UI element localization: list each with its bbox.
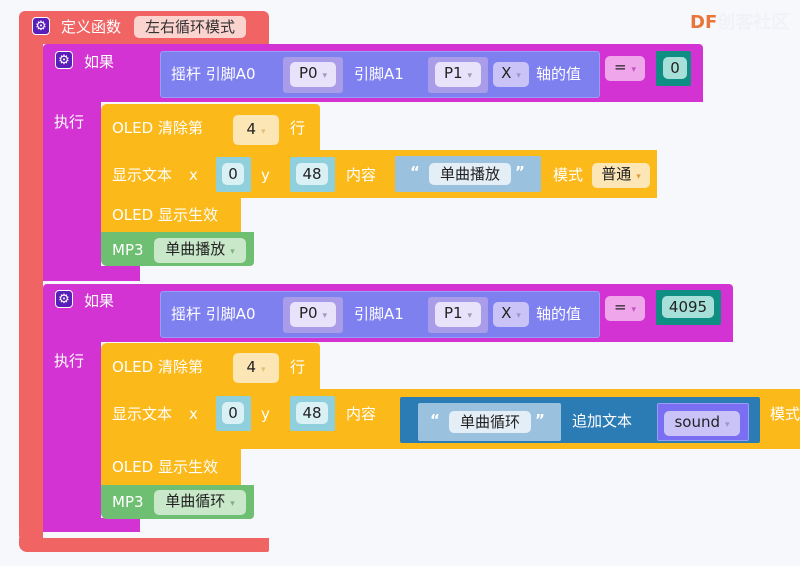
row-suffix-label: 行 xyxy=(290,119,306,137)
if-label: 如果 xyxy=(84,53,115,71)
watermark-text: 创客社区 xyxy=(717,12,790,33)
mp3-mode-dropdown[interactable]: 单曲循环 ▾ xyxy=(154,490,246,515)
axis-value: X xyxy=(501,64,512,82)
mp3-label: MP3 xyxy=(112,241,144,259)
dropdown-arrow-icon: ▾ xyxy=(636,172,641,182)
dropdown-arrow-icon: ▾ xyxy=(230,499,235,509)
mp3-label: MP3 xyxy=(112,493,144,511)
function-block-left-arm xyxy=(19,40,43,543)
mode-label: 模式 xyxy=(553,166,584,184)
mp3-mode-value: 单曲循环 xyxy=(165,492,226,510)
variable-value: sound xyxy=(674,413,720,431)
row-dropdown[interactable]: 4 ▾ xyxy=(233,115,279,145)
mode-label: 模式 xyxy=(770,405,800,423)
dropdown-arrow-icon: ▾ xyxy=(230,247,235,257)
pin-a1-dropdown[interactable]: P1 ▾ xyxy=(435,62,481,87)
mode-value: 普通 xyxy=(601,165,632,183)
pin-a1-label: 引脚A1 xyxy=(354,65,404,83)
x-field[interactable]: 0 xyxy=(222,163,244,185)
mode-dropdown[interactable]: 普通 ▾ xyxy=(592,163,650,188)
function-label: 定义函数 xyxy=(61,18,122,36)
axis-value-label: 轴的值 xyxy=(536,305,582,323)
dropdown-arrow-icon: ▾ xyxy=(516,311,521,321)
compare-value-field[interactable]: 0 xyxy=(663,57,687,79)
function-block-bottom xyxy=(19,538,269,552)
oled-clear-label: OLED 清除第 xyxy=(112,119,203,137)
operator-dropdown[interactable]: = ▾ xyxy=(605,296,645,321)
joystick-label: 摇杆 引脚A0 xyxy=(171,305,256,323)
axis-value: X xyxy=(501,304,512,322)
text-content-field[interactable]: 单曲循环 xyxy=(449,411,531,433)
oled-clear-label: OLED 清除第 xyxy=(112,358,203,376)
oled-apply-label: OLED 显示生效 xyxy=(112,206,218,224)
row-suffix-label: 行 xyxy=(290,358,306,376)
operator-value: = xyxy=(613,58,627,76)
row-value: 4 xyxy=(246,120,256,138)
row-value: 4 xyxy=(246,358,256,376)
watermark-logo: DF创客社区 xyxy=(690,8,789,34)
content-label: 内容 xyxy=(346,166,377,184)
gear-icon[interactable]: ⚙ xyxy=(55,290,73,308)
operator-dropdown[interactable]: = ▾ xyxy=(605,56,645,81)
dropdown-arrow-icon: ▾ xyxy=(322,311,328,321)
pin-a0-dropdown[interactable]: P0 ▾ xyxy=(290,302,336,327)
pin-a0-value: P0 xyxy=(298,304,318,322)
if-label: 如果 xyxy=(84,292,115,310)
dropdown-arrow-icon: ▾ xyxy=(631,305,637,315)
open-quote-icon: “ xyxy=(410,163,420,181)
close-quote-icon: ” xyxy=(535,411,545,429)
pin-a0-value: P0 xyxy=(298,64,318,82)
if-block-2-bottom xyxy=(43,518,140,532)
operator-value: = xyxy=(613,298,627,316)
gear-icon[interactable]: ⚙ xyxy=(32,17,50,35)
x-label: x xyxy=(189,405,198,423)
mp3-mode-dropdown[interactable]: 单曲播放 ▾ xyxy=(154,238,246,263)
dropdown-arrow-icon: ▾ xyxy=(725,420,730,430)
gear-icon[interactable]: ⚙ xyxy=(55,51,73,69)
pin-a1-label: 引脚A1 xyxy=(354,305,404,323)
row-dropdown[interactable]: 4 ▾ xyxy=(233,353,279,383)
content-label: 内容 xyxy=(346,405,377,423)
axis-dropdown[interactable]: X ▾ xyxy=(493,62,529,87)
dropdown-arrow-icon: ▾ xyxy=(322,71,328,81)
joystick-label: 摇杆 引脚A0 xyxy=(171,65,256,83)
do-label: 执行 xyxy=(54,352,85,370)
y-field[interactable]: 48 xyxy=(296,402,328,424)
mp3-mode-value: 单曲播放 xyxy=(165,240,226,258)
if-block-1-bottom xyxy=(43,266,140,281)
y-label: y xyxy=(261,166,270,184)
y-label: y xyxy=(261,405,270,423)
y-field[interactable]: 48 xyxy=(296,163,328,185)
dropdown-arrow-icon: ▾ xyxy=(467,71,473,81)
open-quote-icon: “ xyxy=(430,411,440,429)
do-label: 执行 xyxy=(54,113,85,131)
show-text-label: 显示文本 xyxy=(112,166,173,184)
function-name-field[interactable]: 左右循环模式 xyxy=(134,16,246,38)
x-label: x xyxy=(189,166,198,184)
axis-value-label: 轴的值 xyxy=(536,65,582,83)
pin-a0-dropdown[interactable]: P0 ▾ xyxy=(290,62,336,87)
dropdown-arrow-icon: ▾ xyxy=(261,127,266,137)
variable-dropdown[interactable]: sound ▾ xyxy=(664,411,740,436)
dropdown-arrow-icon: ▾ xyxy=(467,311,473,321)
dropdown-arrow-icon: ▾ xyxy=(516,71,521,81)
dropdown-arrow-icon: ▾ xyxy=(631,65,637,75)
compare-value-field[interactable]: 4095 xyxy=(662,296,714,318)
show-text-label: 显示文本 xyxy=(112,405,173,423)
pin-a1-dropdown[interactable]: P1 ▾ xyxy=(435,302,481,327)
close-quote-icon: ” xyxy=(515,163,525,181)
x-field[interactable]: 0 xyxy=(222,402,244,424)
text-content-field[interactable]: 单曲播放 xyxy=(429,163,511,185)
append-text-label: 追加文本 xyxy=(572,412,633,430)
axis-dropdown[interactable]: X ▾ xyxy=(493,302,529,327)
oled-apply-label: OLED 显示生效 xyxy=(112,458,218,476)
pin-a1-value: P1 xyxy=(443,304,463,322)
watermark-brand: DF xyxy=(690,12,718,33)
pin-a1-value: P1 xyxy=(443,64,463,82)
dropdown-arrow-icon: ▾ xyxy=(261,365,266,375)
